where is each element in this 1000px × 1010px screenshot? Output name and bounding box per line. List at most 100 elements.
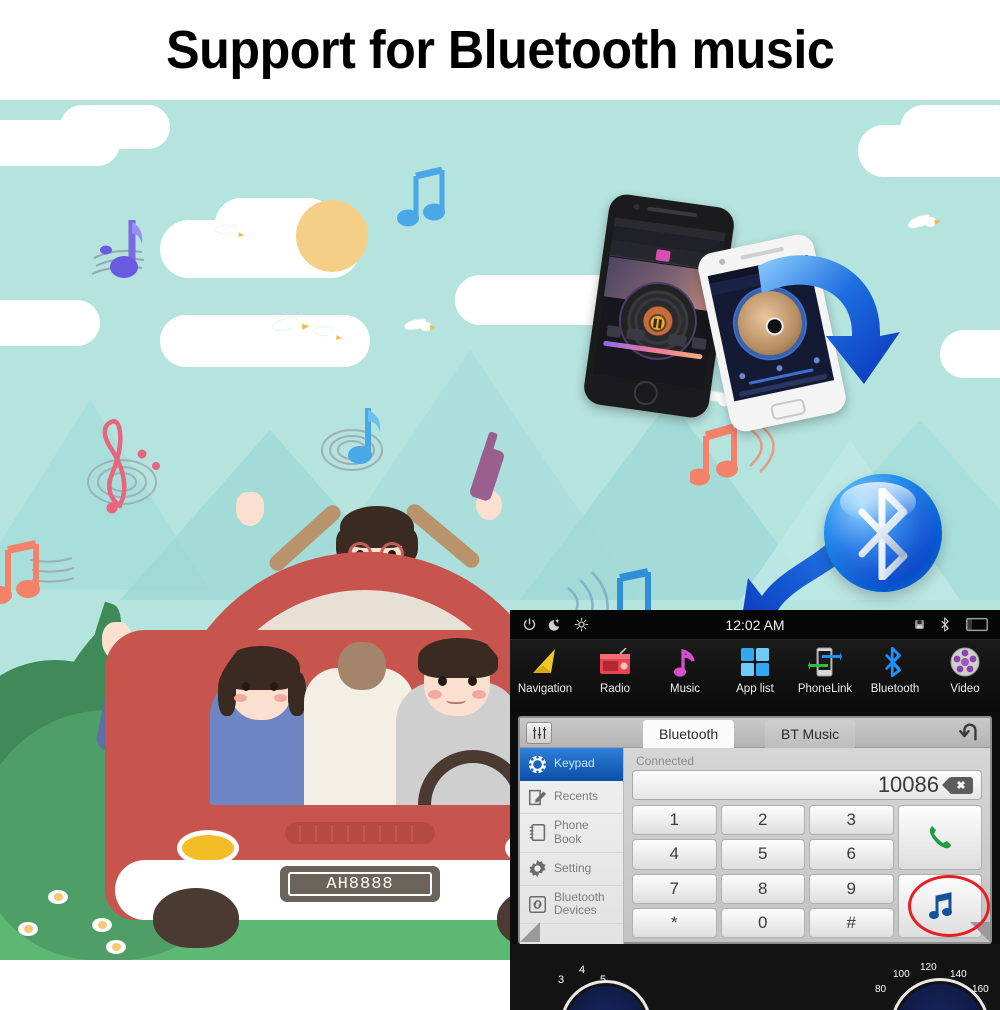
- flower-3: [18, 922, 38, 936]
- speed-label-100: 100: [893, 969, 910, 980]
- back-arrow-icon: [959, 723, 977, 741]
- treble-clef-pink: [87, 419, 160, 514]
- sidebar-item-phone-book[interactable]: Phone Book: [520, 814, 623, 853]
- instrument-cluster-strip: 3 4 5 80 100 120 140 160: [510, 944, 1000, 1010]
- key-star[interactable]: *: [632, 907, 717, 938]
- arrow-phone-to-bluetooth: [758, 255, 900, 384]
- app-music[interactable]: Music: [650, 644, 720, 695]
- car-head-unit: 12:02 AM Navigation Radio Music App list…: [510, 610, 1000, 1010]
- call-button[interactable]: [897, 805, 982, 870]
- backspace-button[interactable]: ✖: [942, 776, 973, 794]
- panel-corner-bottom-right: [970, 922, 990, 942]
- speed-label-160: 160: [972, 984, 989, 995]
- sidebar-item-setting[interactable]: Setting: [520, 853, 623, 886]
- bird-3: [403, 318, 437, 334]
- key-1[interactable]: 1: [632, 805, 717, 836]
- number-display[interactable]: 10086 ✖: [632, 770, 982, 800]
- panel-corner-top-left: [520, 922, 540, 942]
- sidebar-item-label: Setting: [554, 860, 592, 875]
- bluetooth-rune-icon: [858, 488, 908, 580]
- app-label: PhoneLink: [797, 683, 853, 695]
- music-note-blue-top: [397, 166, 445, 227]
- key-2[interactable]: 2: [720, 805, 805, 836]
- key-8[interactable]: 8: [720, 873, 805, 904]
- music-note-purple-large: [92, 220, 145, 278]
- phone-book-icon: [526, 822, 548, 844]
- equalizer-button[interactable]: [526, 722, 552, 744]
- dialer-sidebar: Keypad Recents Phone Book Setting Blueto…: [520, 748, 624, 944]
- music-note-icon: [672, 644, 698, 680]
- key-3[interactable]: 3: [809, 805, 894, 836]
- app-bluetooth[interactable]: Bluetooth: [860, 644, 930, 695]
- key-0[interactable]: 0: [720, 907, 805, 938]
- cloud-5: [0, 300, 100, 346]
- head-unit-status-bar: 12:02 AM: [510, 610, 1000, 640]
- cloud-6: [160, 315, 370, 367]
- key-hash[interactable]: #: [809, 907, 894, 938]
- gear-icon: [526, 858, 548, 880]
- key-4[interactable]: 4: [632, 839, 717, 870]
- cloud-2: [60, 105, 170, 149]
- music-note-icon: [928, 891, 952, 919]
- video-reel-icon: [950, 644, 980, 680]
- bluetooth-icon: [941, 617, 949, 632]
- phone-handset-icon: [929, 826, 951, 849]
- head-unit-app-bar: Navigation Radio Music App list PhoneLin…: [510, 640, 1000, 712]
- app-phonelink[interactable]: PhoneLink: [790, 644, 860, 695]
- sidebar-item-label: Phone Book: [554, 818, 589, 846]
- key-5[interactable]: 5: [720, 839, 805, 870]
- sidebar-item-label: Bluetooth Devices: [554, 889, 605, 918]
- app-navigation[interactable]: Navigation: [510, 644, 580, 695]
- tab-bluetooth[interactable]: Bluetooth: [643, 720, 735, 748]
- app-label: App list: [736, 683, 774, 695]
- sidebar-item-label: Recents: [554, 789, 599, 804]
- connection-status: Connected: [636, 754, 695, 768]
- app-label: Music: [669, 683, 701, 695]
- usb-storage-icon: [915, 620, 924, 629]
- bird-6: [214, 223, 245, 238]
- product-feature-slide: Support for Bluetooth music AH8888 12:02…: [0, 0, 1000, 1010]
- dialer-body: Keypad Recents Phone Book Setting Blueto…: [520, 748, 990, 944]
- speed-label-120: 120: [920, 962, 937, 973]
- sidebar-item-bluetooth-devices[interactable]: Bluetooth Devices: [520, 886, 623, 925]
- tab-bt-music[interactable]: BT Music: [765, 720, 856, 748]
- bluetooth-icon: [884, 644, 906, 680]
- app-grid-icon: [740, 644, 770, 680]
- license-plate: AH8888: [280, 866, 440, 902]
- app-app-list[interactable]: App list: [720, 644, 790, 695]
- car-grille: [285, 822, 435, 844]
- music-note-blue-mid: [321, 408, 383, 471]
- speed-label-140: 140: [950, 969, 967, 980]
- dialed-number: 10086: [877, 772, 939, 797]
- tach-label-3: 3: [558, 974, 565, 986]
- app-radio[interactable]: Radio: [580, 644, 650, 695]
- navigation-arrow-icon: [529, 644, 561, 680]
- phone-link-icon: [808, 644, 842, 680]
- page-title-bar: Support for Bluetooth music: [0, 0, 1000, 100]
- sidebar-item-keypad[interactable]: Keypad: [520, 748, 623, 781]
- dial-pad-icon: [526, 753, 548, 775]
- number-pad: 1 2 3 4 5 6 7 8 9 * 0 #: [632, 805, 982, 938]
- display-icon: [966, 617, 988, 632]
- panel-tab-bar: Bluetooth BT Music: [520, 718, 990, 748]
- music-note-orange-left: [0, 540, 75, 604]
- back-button[interactable]: [958, 721, 980, 748]
- sidebar-item-recents[interactable]: Recents: [520, 781, 623, 814]
- radio-icon: [598, 644, 632, 680]
- app-video[interactable]: Video: [930, 644, 1000, 695]
- bluetooth-dialer-panel: Bluetooth BT Music Keypad Recents Phone …: [518, 716, 992, 944]
- cloud-10: [940, 330, 1000, 378]
- key-7[interactable]: 7: [632, 873, 717, 904]
- key-9[interactable]: 9: [809, 873, 894, 904]
- bluetooth-logo-sphere: [824, 474, 942, 592]
- recents-edit-icon: [526, 786, 548, 808]
- tach-label-4: 4: [579, 964, 586, 976]
- tach-label-5: 5: [600, 974, 607, 986]
- sun: [296, 200, 368, 272]
- license-plate-text: AH8888: [288, 872, 432, 896]
- key-6[interactable]: 6: [809, 839, 894, 870]
- link-icon: [526, 893, 548, 915]
- cloud-9: [900, 105, 1000, 153]
- app-label: Video: [950, 683, 980, 695]
- keypad-area: Connected 10086 ✖ 1 2 3 4 5 6 7 8 9 * 0 …: [624, 748, 990, 944]
